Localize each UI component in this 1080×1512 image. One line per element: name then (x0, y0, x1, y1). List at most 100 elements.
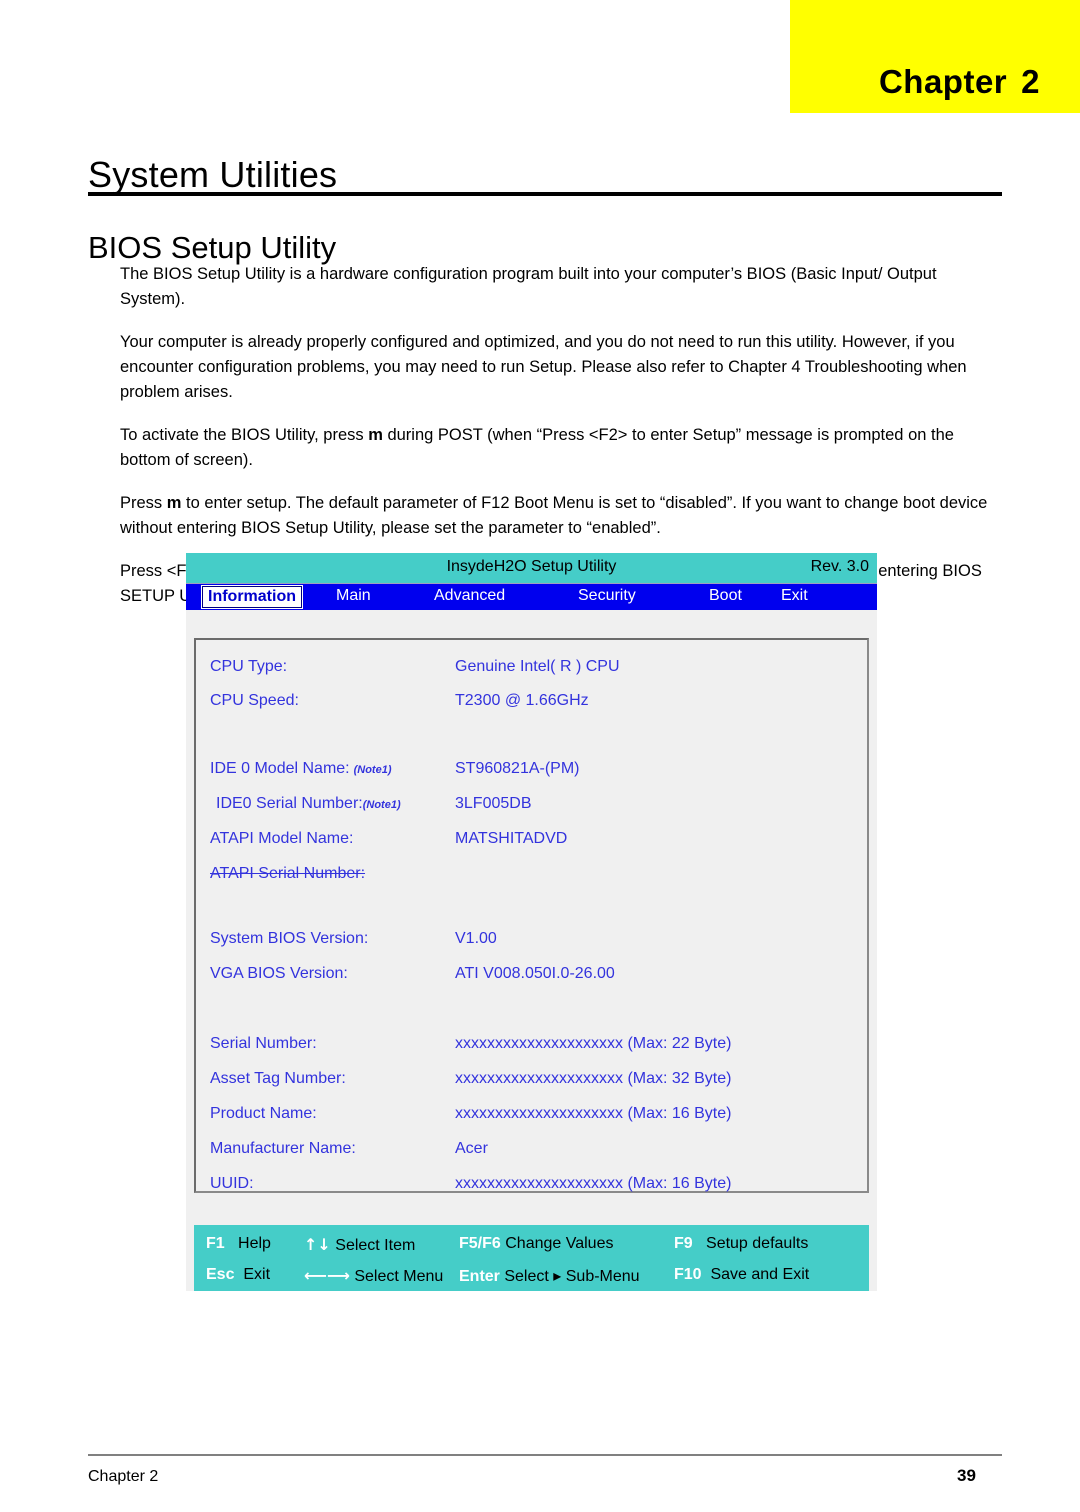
bios-value-system-bios-version: V1.00 (455, 930, 497, 947)
bios-label-ide0-serial-number-text: IDE0 Serial Number: (216, 795, 363, 812)
bios-key-desc-save-and-exit: Save and Exit (710, 1266, 810, 1283)
bios-label-ide0-serial-number: IDE0 Serial Number:(Note1) (216, 795, 401, 813)
bios-row-vga-bios-version: VGA BIOS Version: ATI V008.050I.0-26.00 (210, 965, 861, 987)
paragraph-2: Your computer is already properly config… (120, 333, 967, 401)
bios-menu-spacer (186, 610, 877, 638)
bios-key-label-enter: Enter (459, 1268, 500, 1285)
bios-label-system-bios-version: System BIOS Version: (210, 930, 369, 947)
bios-key-desc-select-item: Select Item (335, 1237, 416, 1254)
title-divider (88, 192, 1002, 196)
updown-arrow-icon: ↑↓ (304, 1235, 331, 1254)
bios-key-desc-exit: Exit (243, 1266, 271, 1283)
bios-row-atapi-serial-number: ATAPI Serial Number: (210, 865, 861, 887)
bios-revision: Rev. 3.0 (810, 558, 869, 575)
paragraph-3: To activate the BIOS Utility, press m du… (120, 423, 1005, 473)
bios-value-uuid: xxxxxxxxxxxxxxxxxxxxx (Max: 16 Byte) (455, 1175, 732, 1192)
bios-row-product-name: Product Name: xxxxxxxxxxxxxxxxxxxxx (Max… (210, 1105, 861, 1127)
section-title: BIOS Setup Utility (88, 229, 337, 265)
bios-value-cpu-type: Genuine Intel( R ) CPU (455, 658, 620, 675)
paragraph-4-part-b: to enter setup. The default parameter of… (120, 494, 988, 537)
bios-label-vga-bios-version: VGA BIOS Version: (210, 965, 348, 982)
bios-key-f10-save-and-exit: F10 Save and Exit (674, 1266, 809, 1284)
bios-label-ide0-model-name: IDE 0 Model Name: (Note1) (210, 760, 392, 778)
paragraph-4: Press m to enter setup. The default para… (120, 491, 1005, 541)
bios-value-asset-tag-number: xxxxxxxxxxxxxxxxxxxxx (Max: 32 Byte) (455, 1070, 732, 1087)
bios-value-ide0-model-name: ST960821A-(PM) (455, 760, 580, 777)
bios-key-desc-select-submenu: Select ▸ Sub-Menu (504, 1268, 640, 1285)
chapter-tab-text: Chapter 2 (879, 63, 1040, 101)
bios-tab-advanced[interactable]: Advanced (434, 587, 505, 605)
bios-tab-information[interactable]: Information (202, 586, 302, 608)
bios-label-cpu-type: CPU Type: (210, 658, 288, 675)
bios-key-f5f6-change-values: F5/F6 Change Values (459, 1235, 613, 1253)
bios-key-f1-help: F1 Help (206, 1235, 271, 1253)
bios-key-enter-select-submenu: Enter Select ▸ Sub-Menu (459, 1266, 640, 1286)
bios-row-ide0-model-name: IDE 0 Model Name: (Note1) ST960821A-(PM) (210, 760, 861, 782)
paragraph-4-part-a: Press (120, 494, 167, 512)
bios-information-panel: CPU Type: Genuine Intel( R ) CPU CPU Spe… (194, 638, 869, 1193)
footer-divider (88, 1454, 1002, 1456)
paragraph-1: The BIOS Setup Utility is a hardware con… (120, 265, 937, 308)
bios-value-manufacturer-name: Acer (455, 1140, 488, 1157)
bios-key-updown-select-item: ↑↓ Select Item (304, 1235, 415, 1255)
bios-row-cpu-type: CPU Type: Genuine Intel( R ) CPU (210, 658, 861, 680)
bios-value-cpu-speed: T2300 @ 1.66GHz (455, 692, 589, 709)
bios-value-vga-bios-version: ATI V008.050I.0-26.00 (455, 965, 615, 982)
bios-row-serial-number: Serial Number: xxxxxxxxxxxxxxxxxxxxx (Ma… (210, 1035, 861, 1057)
bios-key-label-f1: F1 (206, 1235, 225, 1252)
bios-value-ide0-serial-number: 3LF005DB (455, 795, 532, 812)
bios-key-desc-f1: Help (238, 1235, 271, 1252)
bios-label-asset-tag-number: Asset Tag Number: (210, 1070, 346, 1087)
bios-row-cpu-speed: CPU Speed: T2300 @ 1.66GHz (210, 692, 861, 714)
bios-label-ide0-model-name-text: IDE 0 Model Name: (210, 760, 350, 777)
bios-label-manufacturer-name: Manufacturer Name: (210, 1140, 356, 1157)
bios-label-atapi-model-name: ATAPI Model Name: (210, 830, 354, 847)
paragraph-3-part-a: To activate the BIOS Utility, press (120, 426, 369, 444)
bios-key-desc-setup-defaults: Setup defaults (706, 1235, 809, 1252)
bios-row-uuid: UUID: xxxxxxxxxxxxxxxxxxxxx (Max: 16 Byt… (210, 1175, 861, 1197)
bios-value-serial-number: xxxxxxxxxxxxxxxxxxxxx (Max: 22 Byte) (455, 1035, 732, 1052)
bios-label-serial-number: Serial Number: (210, 1035, 317, 1052)
bios-key-label-esc: Esc (206, 1266, 235, 1283)
bios-key-esc-exit: Esc Exit (206, 1266, 270, 1284)
bios-row-atapi-model-name: ATAPI Model Name: MATSHITADVD (210, 830, 861, 852)
bios-panel-spacer (186, 1193, 877, 1225)
bios-key-label-f9: F9 (674, 1235, 693, 1252)
bios-setup-screenshot: InsydeH2O Setup Utility Rev. 3.0 Informa… (186, 553, 877, 1291)
bios-note1-ide0-serial-number: (Note1) (362, 799, 401, 811)
page-title: System Utilities (88, 154, 338, 196)
bios-value-atapi-model-name: MATSHITADVD (455, 830, 568, 847)
bios-value-product-name: xxxxxxxxxxxxxxxxxxxxx (Max: 16 Byte) (455, 1105, 732, 1122)
paragraph-3-bold-key: m (368, 426, 383, 444)
bios-label-uuid: UUID: (210, 1175, 254, 1192)
bios-key-desc-change-values: Change Values (505, 1235, 614, 1252)
bios-key-label-f5f6: F5/F6 (459, 1235, 501, 1252)
bios-note1-ide0-model-name: (Note1) (353, 764, 392, 776)
footer-chapter-label: Chapter 2 (88, 1468, 159, 1485)
bios-tab-boot[interactable]: Boot (709, 587, 742, 605)
paragraph-4-bold-key: m (166, 494, 182, 512)
bios-key-f9-setup-defaults: F9 Setup defaults (674, 1235, 808, 1253)
bios-tab-security[interactable]: Security (578, 587, 636, 605)
footer-page-number: 39 (957, 1466, 976, 1485)
bios-key-leftright-select-menu: ⟵⟶ Select Menu (304, 1266, 443, 1286)
bios-row-manufacturer-name: Manufacturer Name: Acer (210, 1140, 861, 1162)
bios-row-ide0-serial-number: IDE0 Serial Number:(Note1) 3LF005DB (210, 795, 861, 817)
bios-row-asset-tag-number: Asset Tag Number: xxxxxxxxxxxxxxxxxxxxx … (210, 1070, 861, 1092)
bios-label-product-name: Product Name: (210, 1105, 317, 1122)
bios-key-desc-select-menu: Select Menu (354, 1268, 444, 1285)
bios-row-system-bios-version: System BIOS Version: V1.00 (210, 930, 861, 952)
bios-menu-bar: Information Main Advanced Security Boot … (186, 584, 877, 610)
bios-label-atapi-serial-number: ATAPI Serial Number: (210, 865, 366, 882)
bios-title: InsydeH2O Setup Utility (446, 558, 617, 575)
bios-key-label-f10: F10 (674, 1266, 702, 1283)
leftright-arrow-icon: ⟵⟶ (304, 1266, 350, 1285)
bios-key-help-bar: F1 Help ↑↓ Select Item F5/F6 Change Valu… (194, 1225, 869, 1291)
bios-title-bar: InsydeH2O Setup Utility Rev. 3.0 (186, 553, 877, 584)
bios-tab-exit[interactable]: Exit (781, 587, 808, 605)
chapter-tab-number: 2 (1021, 63, 1040, 100)
bios-tab-main[interactable]: Main (336, 587, 371, 605)
bios-label-cpu-speed: CPU Speed: (210, 692, 299, 709)
chapter-tab-label: Chapter (878, 63, 1008, 100)
chapter-tab: Chapter 2 (790, 0, 1080, 113)
